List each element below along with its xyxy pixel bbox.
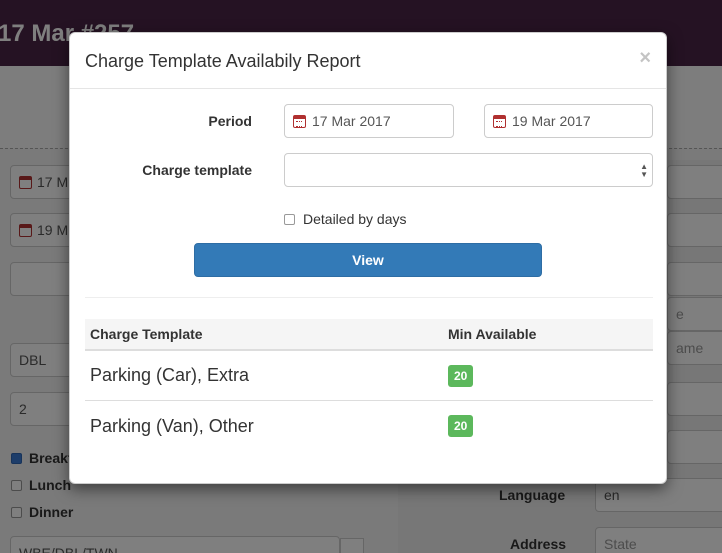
view-button[interactable]: View — [194, 243, 542, 277]
detailed-by-days-checkbox[interactable]: Detailed by days — [284, 211, 407, 227]
charge-template-label: Charge template — [142, 162, 252, 178]
close-icon[interactable]: × — [639, 48, 651, 68]
charge-template-name: Parking (Van), Other — [90, 415, 254, 436]
column-header-min-available: Min Available — [448, 326, 537, 342]
column-header-charge-template: Charge Template — [90, 326, 203, 342]
charge-template-name: Parking (Car), Extra — [90, 365, 250, 385]
results-table: Charge Template Min Available Parking (C… — [85, 319, 653, 451]
calendar-icon — [493, 114, 506, 128]
calendar-icon — [293, 114, 306, 128]
charge-template-select[interactable]: ▲ ▼ — [284, 153, 653, 187]
table-row: Parking (Van), Other 20 — [85, 401, 653, 451]
min-available-badge: 20 — [448, 364, 474, 387]
min-available-badge: 20 — [448, 415, 474, 437]
table-row: Parking (Car), Extra 20 — [85, 351, 653, 401]
select-arrows-icon: ▲ ▼ — [640, 162, 648, 179]
checkbox-icon — [284, 213, 295, 225]
period-to-date-input[interactable]: 19 Mar 2017 — [484, 104, 653, 138]
modal-header: Charge Template Availabily Report × — [70, 33, 666, 89]
period-from-date-input[interactable]: 17 Mar 2017 — [284, 104, 454, 138]
modal-title: Charge Template Availabily Report — [85, 51, 361, 71]
table-header: Charge Template Min Available — [85, 319, 653, 351]
report-modal: Charge Template Availabily Report × Peri… — [69, 32, 667, 484]
period-label: Period — [208, 113, 252, 129]
divider — [85, 297, 653, 298]
